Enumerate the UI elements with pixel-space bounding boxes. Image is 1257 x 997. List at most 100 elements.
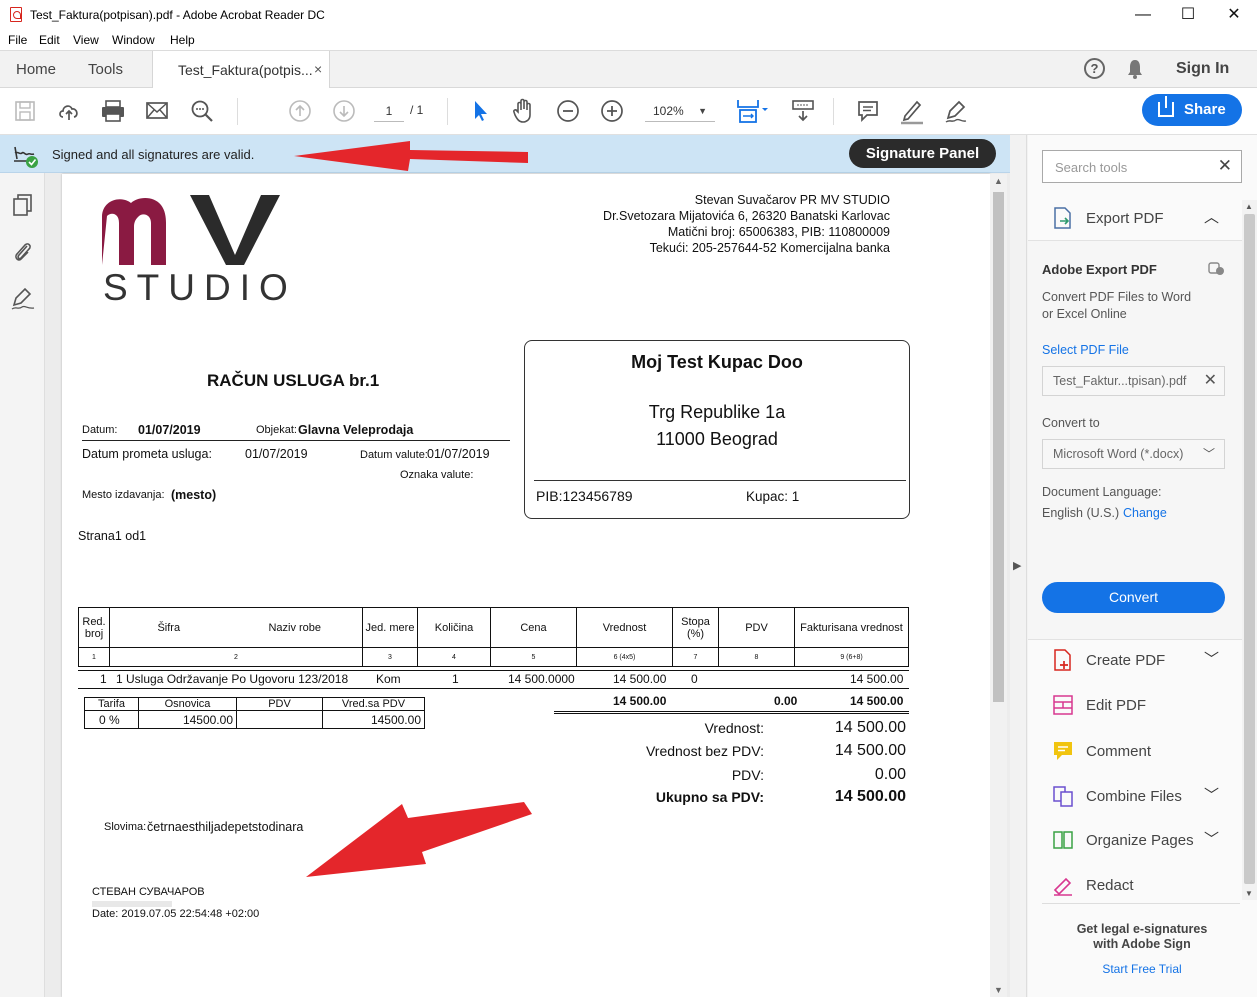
attachments-paperclip-icon[interactable] [11,239,35,265]
tool-redact[interactable]: Redact [1028,864,1242,908]
scrollbar-thumb[interactable] [993,192,1004,702]
page-number-input[interactable]: 1 [374,100,404,122]
tax-col-header: Vred.sa PDV [322,697,425,711]
start-free-trial-link[interactable]: Start Free Trial [1042,962,1242,976]
cloud-settings-icon[interactable] [1208,261,1226,277]
save-icon[interactable] [13,99,37,123]
zoom-out-icon[interactable] [556,99,580,123]
scroll-down-icon[interactable]: ▼ [994,985,1003,995]
col-number: 8 [718,647,795,667]
zoom-in-icon[interactable] [600,99,624,123]
collapse-right-pane-strip[interactable]: ▶ [1010,135,1027,997]
datum-valute-value: 01/07/2019 [427,447,490,461]
highlight-pen-icon[interactable] [899,97,925,125]
email-icon[interactable] [145,100,169,122]
chevron-down-icon[interactable]: ﹀ [1204,648,1219,669]
tool-export-pdf[interactable]: Export PDF ︿ [1028,197,1242,241]
zoom-level-select[interactable]: 102% ▼ [645,100,715,122]
tools-pane-scrollbar[interactable]: ▲ ▼ [1242,200,1257,900]
convert-format-value: Microsoft Word (*.docx) [1053,447,1184,461]
select-pdf-file-link[interactable]: Select PDF File [1042,343,1129,357]
tab-bar: Home Tools Test_Faktura(potpis... × ? Si… [0,50,1257,89]
tool-organize-pages[interactable]: Organize Pages ﹀ [1028,819,1242,863]
row-divider [78,670,909,671]
tool-create-pdf[interactable]: Create PDF ﹀ [1028,639,1242,683]
select-cursor-icon[interactable] [470,99,490,123]
close-tab-icon[interactable]: × [314,61,322,77]
scrollbar-thumb[interactable] [1244,214,1255,884]
scrolling-mode-icon[interactable] [790,98,816,124]
chevron-down-icon[interactable]: ﹀ [1204,784,1219,805]
remove-file-icon[interactable]: ✕ [1204,367,1217,395]
fill-sign-pen-icon[interactable] [943,97,969,125]
col-header: Red. broj [78,607,110,648]
signatures-pane-icon[interactable] [10,285,36,311]
menu-help[interactable]: Help [170,33,195,47]
signature-valid-icon [14,146,38,168]
promo-line-1: Get legal e-signatures [1076,922,1208,936]
selected-file-name: Test_Faktur...tpisan).pdf [1053,374,1187,388]
item-quantity: 1 [452,672,459,686]
collapse-right-pane-icon[interactable]: ▶ [1013,559,1021,572]
fit-page-icon[interactable] [735,97,771,125]
signature-panel-button[interactable]: Signature Panel [849,139,996,168]
col-number: 6 (4x5) [576,647,673,667]
red-arrow-annotation-icon [294,141,528,171]
row-divider [78,688,909,689]
menu-view[interactable]: View [73,33,99,47]
datum-valute-label: Datum valute: [360,449,428,461]
buyer-street: Trg Republike 1a [648,402,786,422]
buyer-box: Moj Test Kupac Doo Trg Republike 1a 1100… [524,340,910,519]
tool-label: Edit PDF [1086,697,1147,714]
help-icon[interactable]: ? [1084,58,1105,79]
page-total: / 1 [410,103,424,117]
clear-search-icon[interactable]: ✕ [1218,156,1232,176]
change-language-link[interactable]: Change [1123,506,1167,520]
search-tools-input[interactable]: Search tools ✕ [1042,150,1242,183]
notification-bell-icon[interactable] [1126,58,1144,80]
page-thumbnails-icon[interactable] [11,193,35,219]
toolbar-separator [447,98,448,125]
selected-file-field[interactable]: Test_Faktur...tpisan).pdf ✕ [1042,366,1225,396]
document-vertical-scrollbar[interactable]: ▲ ▼ [990,174,1007,997]
items-table: Red. broj Šifra Naziv robe Jed. mere Kol… [78,607,909,667]
left-navigation-pane [0,173,45,997]
col-number: 7 [672,647,719,667]
hand-tool-icon[interactable] [511,97,537,125]
tool-combine-files[interactable]: Combine Files ﹀ [1028,775,1242,819]
previous-page-icon[interactable] [288,99,312,123]
close-window-button[interactable]: ✕ [1211,0,1257,30]
scroll-up-icon[interactable]: ▲ [1245,202,1253,211]
sign-in-link[interactable]: Sign In [1176,60,1229,78]
menu-file[interactable]: File [8,33,27,47]
scroll-up-icon[interactable]: ▲ [994,176,1003,186]
tab-tools[interactable]: Tools [88,61,123,78]
comment-icon[interactable] [856,99,880,123]
tool-comment[interactable]: Comment [1028,730,1242,774]
maximize-button[interactable]: ☐ [1165,0,1211,30]
chevron-up-icon[interactable]: ︿ [1204,206,1219,227]
mesto-value: (mesto) [171,488,217,502]
convert-button[interactable]: Convert [1042,582,1225,613]
tool-edit-pdf[interactable]: Edit PDF [1028,684,1242,728]
minimize-button[interactable]: — [1120,0,1166,30]
tax-header-row: Tarifa Osnovica PDV Vred.sa PDV [84,697,425,711]
chevron-down-icon[interactable]: ﹀ [1204,828,1219,849]
menu-window[interactable]: Window [112,33,155,47]
col-number: 2 [109,647,363,667]
tab-document[interactable]: Test_Faktura(potpis... × [152,51,330,89]
tab-home[interactable]: Home [16,61,56,78]
menu-edit[interactable]: Edit [39,33,60,47]
tax-col-header: PDV [236,697,323,711]
print-icon[interactable] [100,99,126,123]
convert-format-select[interactable]: Microsoft Word (*.docx) ﹀ [1042,439,1225,469]
upload-cloud-icon[interactable] [56,98,82,124]
find-search-icon[interactable] [189,98,215,124]
item-value: 14 500.00 [613,672,667,686]
share-button[interactable]: Share [1142,94,1242,126]
scroll-down-icon[interactable]: ▼ [1245,889,1253,898]
total-label-without-vat: Vrednost bez PDV: [645,743,764,759]
tab-document-label: Test_Faktura(potpis... [178,62,313,78]
tax-col-header: Osnovica [138,697,237,711]
next-page-icon[interactable] [332,99,356,123]
